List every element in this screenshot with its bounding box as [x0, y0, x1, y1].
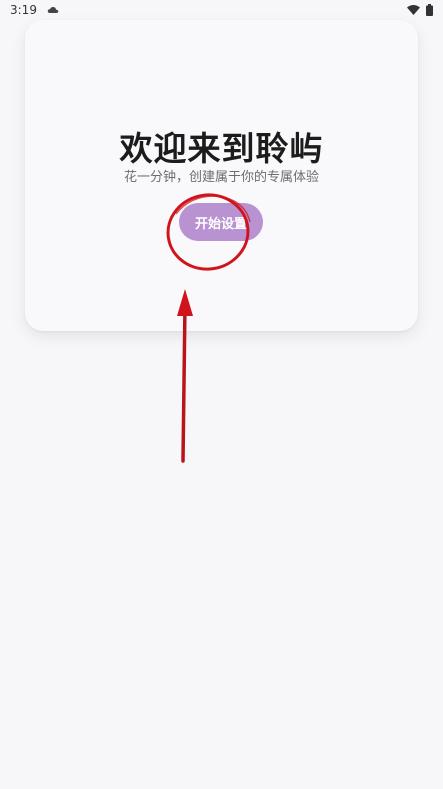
wifi-icon [407, 5, 420, 15]
cloud-icon [47, 6, 59, 14]
welcome-card: 欢迎来到聆屿 花一分钟，创建属于你的专属体验 开始设置 [25, 20, 418, 331]
status-bar: 3:19 [0, 0, 443, 20]
welcome-title: 欢迎来到聆屿 [119, 129, 324, 168]
welcome-subtitle: 花一分钟，创建属于你的专属体验 [123, 170, 319, 185]
start-setup-button[interactable]: 开始设置 [179, 203, 263, 241]
battery-icon [426, 4, 433, 16]
status-left: 3:19 [10, 3, 59, 17]
status-right [407, 4, 433, 16]
status-time: 3:19 [10, 3, 37, 17]
